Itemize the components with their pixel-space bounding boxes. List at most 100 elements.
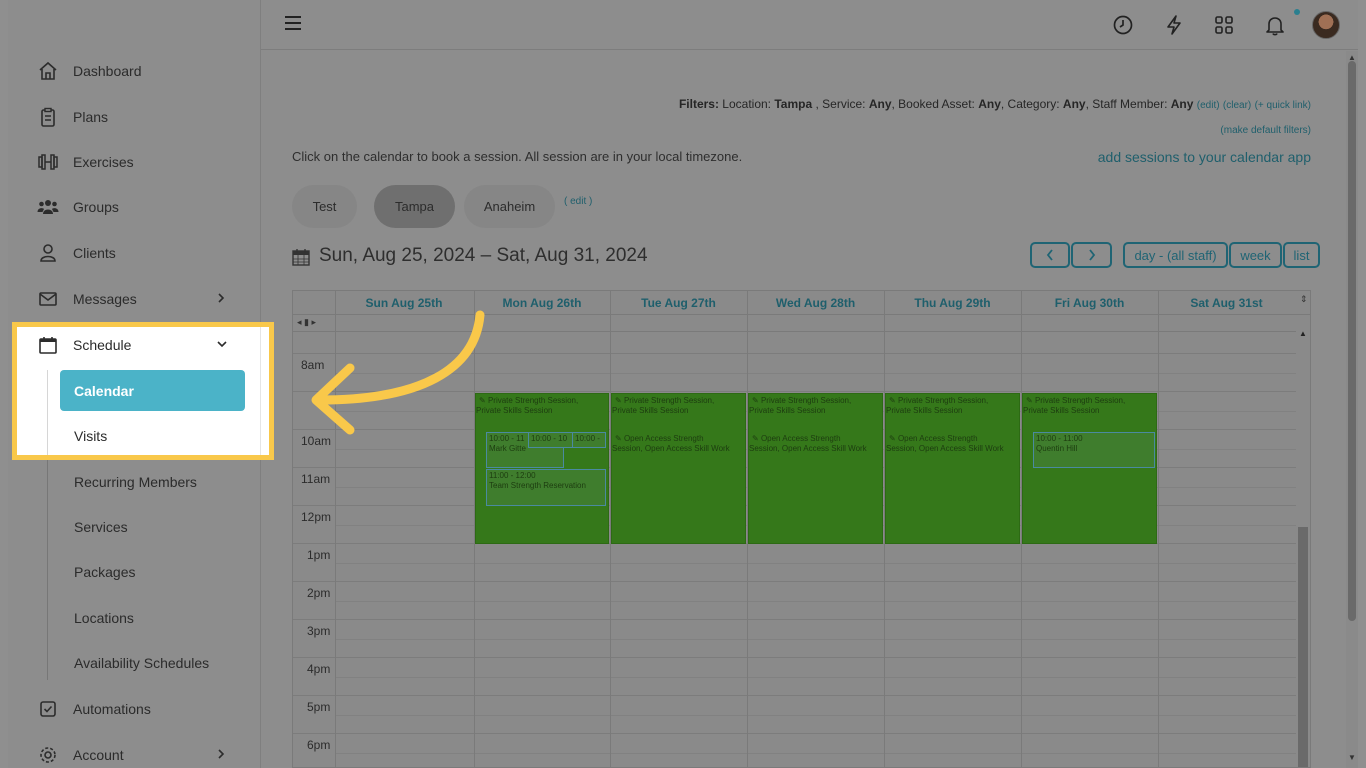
sidebar-subitem-calendar[interactable]: Calendar <box>60 370 245 411</box>
list-view-button[interactable]: list <box>1283 242 1320 268</box>
sidebar-item-label: Clients <box>73 245 116 261</box>
date-range-title: Sun, Aug 25, 2024 – Sat, Aug 31, 2024 <box>319 245 648 266</box>
sidebar-subitem-locations[interactable]: Locations <box>74 610 134 626</box>
sidebar-subitem-availability-schedules[interactable]: Availability Schedules <box>74 655 209 671</box>
event-label: ✎ Open Access Strength <box>615 434 704 443</box>
make-default-filters-link[interactable]: (make default filters) <box>1220 125 1311 136</box>
event-block-fri[interactable]: ✎ Private Strength Session, Private Skil… <box>1022 393 1157 544</box>
clipboard-icon <box>37 106 59 128</box>
topbar <box>261 0 1358 50</box>
clock-icon[interactable] <box>1111 13 1135 37</box>
sidebar-subitem-recurring-members[interactable]: Recurring Members <box>74 474 197 490</box>
sidebar-subitem-services[interactable]: Services <box>74 519 128 535</box>
sidebar-item-label: Account <box>73 747 124 763</box>
hour-row: 2pm <box>293 581 1296 619</box>
dumbbell-icon <box>37 151 59 173</box>
gear-icon <box>37 744 59 766</box>
day-header-wed: Wed Aug 28th <box>775 296 856 310</box>
location-tab-test[interactable]: Test <box>292 185 357 228</box>
chevron-right-icon <box>216 292 226 307</box>
event-card[interactable]: 10:00 - 10 <box>528 432 574 448</box>
lightning-icon[interactable] <box>1162 13 1186 37</box>
event-label: ✎ Private Strength Session, <box>615 396 715 405</box>
check-square-icon <box>37 698 59 720</box>
event-block-thu[interactable]: ✎ Private Strength Session, Private Skil… <box>885 393 1020 544</box>
day-header-fri: Fri Aug 30th <box>1054 296 1125 310</box>
sidebar-item-label: Exercises <box>73 154 134 170</box>
event-label: Private Skills Session <box>612 406 689 415</box>
apps-grid-icon[interactable] <box>1212 13 1236 37</box>
next-week-button[interactable] <box>1071 242 1112 268</box>
sidebar-item-groups[interactable]: Groups <box>8 187 261 227</box>
sidebar-item-label: Groups <box>73 199 119 215</box>
hour-row: 3pm <box>293 619 1296 657</box>
location-tab-tampa[interactable]: Tampa <box>374 185 455 228</box>
day-header-sat: Sat Aug 31st <box>1190 296 1263 310</box>
users-icon <box>37 196 59 218</box>
sidebar-item-messages[interactable]: Messages <box>8 279 261 319</box>
sidebar-item-label: Messages <box>73 291 137 307</box>
event-label: ✎ Open Access Strength <box>889 434 978 443</box>
calendar-scrollbar[interactable]: ▲ <box>1296 329 1310 767</box>
location-tab-anaheim[interactable]: Anaheim <box>464 185 555 228</box>
event-block-wed[interactable]: ✎ Private Strength Session, Private Skil… <box>748 393 883 544</box>
sidebar-item-label: Automations <box>73 701 151 717</box>
event-label: ✎ Private Strength Session, <box>1026 396 1126 405</box>
filters-clear-link[interactable]: (clear) <box>1223 100 1251 111</box>
sidebar-item-label: Dashboard <box>73 63 142 79</box>
week-view-button[interactable]: week <box>1229 242 1282 268</box>
calendar-info-text: Click on the calendar to book a session.… <box>292 149 743 164</box>
event-label: Private Skills Session <box>749 406 826 415</box>
sidebar-subitem-visits[interactable]: Visits <box>74 428 107 444</box>
event-label: Session, Open Access Skill Work <box>886 444 1004 453</box>
filters-label: Filters: <box>678 97 719 111</box>
bell-icon[interactable] <box>1263 13 1287 37</box>
hour-row: 1pm <box>293 543 1296 581</box>
event-label: Private Skills Session <box>1023 406 1100 415</box>
event-card[interactable]: 11:00 - 12:00 Team Strength Reservation <box>486 469 606 506</box>
prev-week-button[interactable] <box>1030 242 1070 268</box>
event-block-tue[interactable]: ✎ Private Strength Session, Private Skil… <box>611 393 746 544</box>
sidebar-subitem-packages[interactable]: Packages <box>74 564 135 580</box>
user-icon <box>37 242 59 264</box>
sidebar-item-dashboard[interactable]: Dashboard <box>8 51 261 91</box>
day-header-tue: Tue Aug 27th <box>641 296 716 310</box>
sidebar-item-account[interactable]: Account <box>8 735 261 768</box>
chevron-down-icon <box>216 338 228 352</box>
filters-bar: Filters: Location: Tampa , Service: Any,… <box>678 97 1311 111</box>
event-card[interactable]: 10:00 - 11:00 Quentin Hill <box>1033 432 1155 468</box>
event-label: ✎ Open Access Strength <box>752 434 841 443</box>
mail-icon <box>37 288 59 310</box>
filters-quick-link[interactable]: (+ quick link) <box>1255 100 1311 111</box>
event-label: Private Skills Session <box>886 406 963 415</box>
avatar[interactable] <box>1312 11 1340 39</box>
event-card[interactable]: 10:00 - <box>572 432 606 448</box>
home-icon <box>37 60 59 82</box>
hour-row: 6pm <box>293 733 1296 767</box>
filters-edit-link[interactable]: (edit) <box>1197 100 1220 111</box>
day-view-button[interactable]: day - (all staff) <box>1123 242 1228 268</box>
event-label: ✎ Private Strength Session, <box>889 396 989 405</box>
sidebar-item-automations[interactable]: Automations <box>8 689 261 729</box>
menu-icon[interactable] <box>285 16 301 30</box>
hour-row: 5pm <box>293 695 1296 733</box>
locations-edit-link[interactable]: ( edit ) <box>564 196 592 207</box>
day-header-thu: Thu Aug 29th <box>914 296 991 310</box>
page-scrollbar[interactable]: ▲ ▼ <box>1346 51 1358 768</box>
event-label: Session, Open Access Skill Work <box>612 444 730 453</box>
sidebar-item-label: Schedule <box>73 337 132 353</box>
event-label: Session, Open Access Skill Work <box>749 444 867 453</box>
calendar-icon <box>38 335 58 360</box>
add-sessions-link[interactable]: add sessions to your calendar app <box>1098 149 1311 165</box>
sidebar-item-label: Plans <box>73 109 109 125</box>
sidebar-item-clients[interactable]: Clients <box>8 233 261 273</box>
sidebar-item-exercises[interactable]: Exercises <box>8 142 261 182</box>
sort-arrows-icon: ⇕ <box>1300 294 1308 304</box>
sidebar-item-schedule-highlighted[interactable]: Schedule <box>38 333 248 357</box>
pointer-arrow-icon <box>311 310 485 435</box>
hour-row: 4pm <box>293 657 1296 695</box>
event-label: ✎ Private Strength Session, <box>752 396 852 405</box>
chevron-right-icon <box>216 748 226 763</box>
notification-dot <box>1294 9 1300 15</box>
sidebar-item-plans[interactable]: Plans <box>8 97 261 137</box>
